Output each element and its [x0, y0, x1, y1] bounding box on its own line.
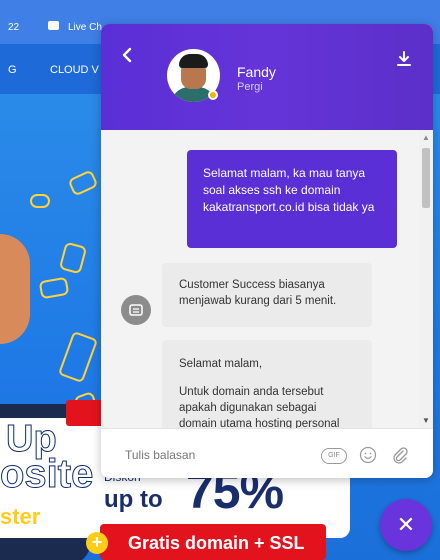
scroll-up-arrow-icon[interactable]: ▲ [422, 133, 430, 142]
paperclip-icon [393, 447, 408, 464]
bot-chat-icon [121, 295, 151, 325]
message-input[interactable] [125, 447, 305, 463]
hero-headline-site: osite [0, 452, 94, 497]
promo-free-domain-bar[interactable]: + Gratis domain + SSL [86, 524, 326, 560]
close-chat-button[interactable]: ✕ [380, 499, 432, 551]
doodle-icon [38, 276, 70, 300]
download-transcript-button[interactable] [396, 50, 412, 68]
hero-headline-ster: ster [0, 504, 41, 529]
download-icon [397, 51, 411, 66]
chat-scrollbar[interactable]: ▲ ▼ [419, 130, 433, 428]
agent-message-bubble: Selamat malam, Untuk domain anda tersebu… [162, 340, 372, 428]
doodle-icon [30, 194, 50, 208]
status-indicator [208, 90, 218, 100]
avatar-hair [179, 54, 208, 68]
hero-person-arm [0, 234, 30, 344]
smiley-icon [359, 446, 377, 464]
chat-widget: Fandy Pergi Selamat malam, ka mau tanya … [101, 24, 433, 478]
doodle-icon [58, 241, 88, 275]
promo-red-tab [66, 400, 106, 426]
chevron-left-icon [122, 47, 132, 63]
scrollbar-thumb[interactable] [422, 148, 430, 208]
nav-item-cloud[interactable]: CLOUD V [50, 64, 99, 76]
agent-name: Fandy [237, 64, 276, 80]
bot-message-bubble: Customer Success biasanya menjawab kuran… [162, 263, 372, 327]
plus-icon: + [86, 532, 108, 554]
topbar-live-chat-link[interactable]: Live Ch [68, 22, 102, 33]
promo-up-to: up to [104, 486, 163, 513]
doodle-icon [57, 330, 99, 384]
emoji-button[interactable] [359, 446, 377, 469]
gif-button[interactable]: GIF [321, 448, 347, 464]
nav-item-partial[interactable]: G [8, 64, 17, 76]
agent-message-paragraph: Untuk domain anda tersebut apakah diguna… [179, 386, 340, 428]
back-button[interactable] [121, 46, 139, 68]
attach-button[interactable] [391, 446, 409, 469]
live-chat-icon [48, 21, 59, 30]
user-message-bubble: Selamat malam, ka mau tanya soal akses s… [187, 150, 397, 248]
promo-bar-text: Gratis domain + SSL [128, 533, 305, 553]
chat-input-bar: GIF [101, 428, 433, 478]
doodle-icon [67, 169, 99, 197]
agent-status: Pergi [237, 81, 263, 93]
scroll-down-arrow-icon[interactable]: ▼ [422, 416, 430, 425]
chat-message-list[interactable]: Selamat malam, ka mau tanya soal akses s… [101, 130, 433, 428]
agent-message-paragraph: Selamat malam, [179, 358, 263, 370]
chat-header: Fandy Pergi [101, 24, 433, 130]
topbar-number: 22 [8, 22, 20, 33]
